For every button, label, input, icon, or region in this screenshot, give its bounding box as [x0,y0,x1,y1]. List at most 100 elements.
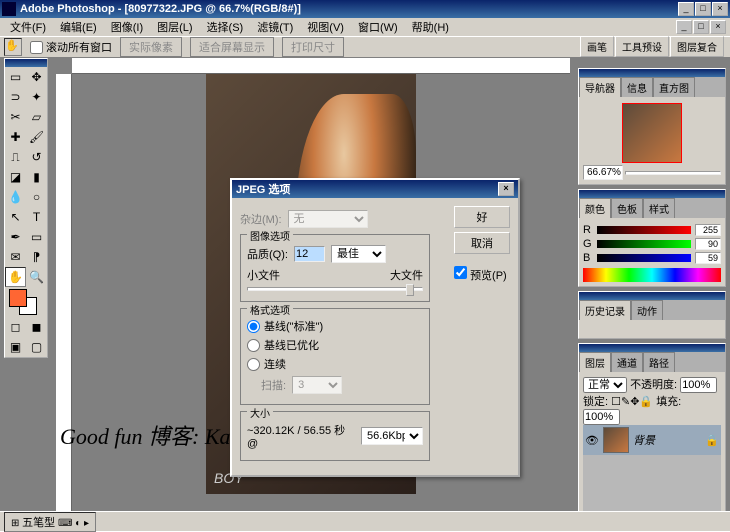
app-icon [2,2,16,16]
brush-tool[interactable]: 🖌 [26,127,47,147]
menu-edit[interactable]: 编辑(E) [54,18,103,36]
tab-layers[interactable]: 图层 [579,352,611,372]
quality-preset-select[interactable]: 最佳 [331,245,386,263]
marquee-tool[interactable]: ▭ [5,67,26,87]
color-spectrum[interactable] [583,268,721,282]
visibility-icon[interactable]: 👁 [585,434,599,447]
blend-mode-select[interactable]: 正常 [583,377,627,393]
hand-tool-icon[interactable]: ✋ [4,38,22,56]
zoom-slider[interactable] [625,171,721,175]
type-tool[interactable]: T [26,207,47,227]
color-swatches[interactable] [5,287,47,317]
lock-label: 锁定: [583,396,608,408]
shape-tool[interactable]: ▭ [26,227,47,247]
maximize-button[interactable]: □ [695,2,711,16]
b-value[interactable]: 59 [695,252,721,264]
eraser-tool[interactable]: ◪ [5,167,26,187]
palette-dock-tabs: 画笔 工具预设 图层复合 [580,36,724,57]
foreground-color[interactable] [9,289,27,307]
heal-tool[interactable]: ✚ [5,127,26,147]
wand-tool[interactable]: ✦ [26,87,47,107]
tab-history[interactable]: 历史记录 [579,300,631,320]
screen-mode-1[interactable]: ▣ [5,337,26,357]
dodge-tool[interactable]: ○ [26,187,47,207]
menu-layer[interactable]: 图层(L) [151,18,198,36]
layer-row-background[interactable]: 👁 背景 🔒 [583,425,721,455]
toolbox: ▭✥ ⊃✦ ✂▱ ✚🖌 ⎍↺ ◪▮ 💧○ ↖T ✒▭ ✉⁋ ✋🔍 ◻◼ ▣▢ [4,58,48,358]
app-titlebar: Adobe Photoshop - [80977322.JPG @ 66.7%(… [0,0,730,18]
menu-image[interactable]: 图像(I) [105,18,149,36]
b-slider[interactable] [597,254,691,262]
preview-checkbox[interactable]: 预览(P) [454,266,510,283]
navigator-thumbnail[interactable] [622,103,682,163]
crop-tool[interactable]: ✂ [5,107,26,127]
g-slider[interactable] [597,240,691,248]
quality-input[interactable] [294,246,325,262]
hand-tool[interactable]: ✋ [5,267,26,287]
dialog-close-button[interactable]: × [498,182,514,196]
path-tool[interactable]: ↖ [5,207,26,227]
tab-actions[interactable]: 动作 [631,300,663,320]
layer-thumbnail [603,427,629,453]
g-label: G [583,238,593,250]
doc-restore-button[interactable]: □ [693,20,709,34]
tab-info[interactable]: 信息 [621,77,653,97]
cancel-button[interactable]: 取消 [454,232,510,254]
opacity-input[interactable] [680,377,717,393]
blur-tool[interactable]: 💧 [5,187,26,207]
menu-filter[interactable]: 滤镜(T) [251,18,299,36]
baseline-radio[interactable]: 基线("标准") [247,318,423,334]
tab-navigator[interactable]: 导航器 [579,77,621,97]
r-value[interactable]: 255 [695,224,721,236]
menu-view[interactable]: 视图(V) [301,18,350,36]
menu-window[interactable]: 窗口(W) [352,18,404,36]
fill-input[interactable] [583,409,620,425]
close-button[interactable]: × [712,2,728,16]
menu-file[interactable]: 文件(F) [4,18,52,36]
print-size-button[interactable]: 打印尺寸 [282,37,344,57]
scroll-all-checkbox[interactable]: 滚动所有窗口 [30,39,112,55]
opacity-label: 不透明度: [630,379,677,391]
tab-histogram[interactable]: 直方图 [653,77,695,97]
quickmask-off[interactable]: ◻ [5,317,26,337]
eyedropper-tool[interactable]: ⁋ [26,247,47,267]
tab-paths[interactable]: 路径 [643,352,675,372]
brush-tab[interactable]: 画笔 [580,36,614,57]
layers-empty [583,455,721,515]
quickmask-on[interactable]: ◼ [26,317,47,337]
r-slider[interactable] [597,226,691,234]
slice-tool[interactable]: ▱ [26,107,47,127]
screen-mode-2[interactable]: ▢ [26,337,47,357]
g-value[interactable]: 90 [695,238,721,250]
tab-channels[interactable]: 通道 [611,352,643,372]
color-panel: 颜色 色板 样式 R255 G90 B59 [578,189,726,287]
fit-screen-button[interactable]: 适合屏幕显示 [190,37,274,57]
gradient-tool[interactable]: ▮ [26,167,47,187]
notes-tool[interactable]: ✉ [5,247,26,267]
stamp-tool[interactable]: ⎍ [5,147,26,167]
speed-select[interactable]: 56.6Kbps [361,427,423,445]
optimized-radio[interactable]: 基线已优化 [247,337,423,353]
pen-tool[interactable]: ✒ [5,227,26,247]
ok-button[interactable]: 好 [454,206,510,228]
zoom-tool[interactable]: 🔍 [26,267,47,287]
lasso-tool[interactable]: ⊃ [5,87,26,107]
tool-presets-tab[interactable]: 工具预设 [615,36,669,57]
progressive-radio[interactable]: 连续 [247,356,423,372]
move-tool[interactable]: ✥ [26,67,47,87]
menu-help[interactable]: 帮助(H) [406,18,455,36]
history-brush-tool[interactable]: ↺ [26,147,47,167]
menu-select[interactable]: 选择(S) [201,18,250,36]
quality-slider[interactable] [247,287,423,291]
layer-comps-tab[interactable]: 图层复合 [670,36,724,57]
actual-pixels-button[interactable]: 实际像素 [120,37,182,57]
lock-icons[interactable]: ☐✎✥🔒 [611,396,653,408]
zoom-value[interactable]: 66.67% [583,165,623,180]
tab-color[interactable]: 颜色 [579,198,611,218]
tab-styles[interactable]: 样式 [643,198,675,218]
minimize-button[interactable]: _ [678,2,694,16]
doc-minimize-button[interactable]: _ [676,20,692,34]
tab-swatches[interactable]: 色板 [611,198,643,218]
doc-close-button[interactable]: × [710,20,726,34]
ime-indicator[interactable]: ⊞ 五笔型 ⌨ ◐ ▸ [4,512,96,532]
